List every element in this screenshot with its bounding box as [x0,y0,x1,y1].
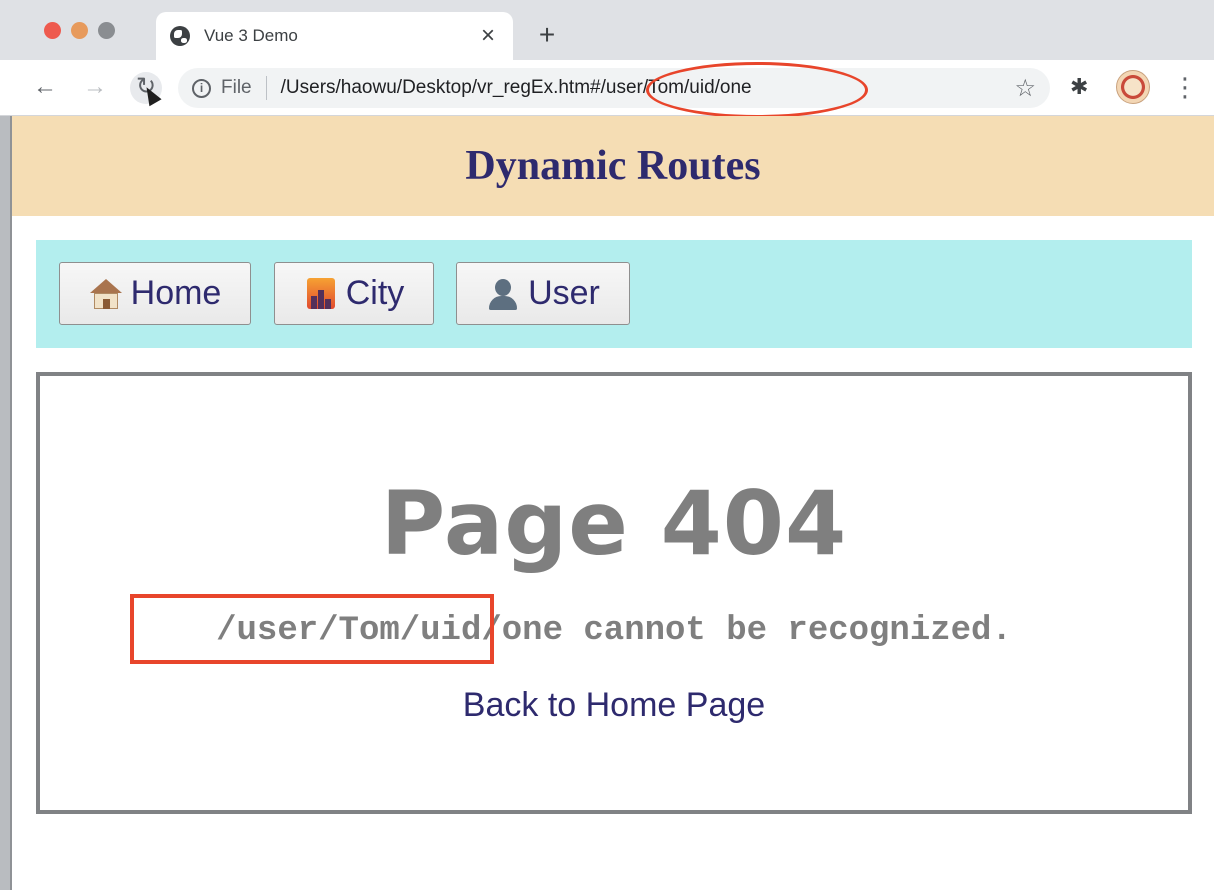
nav-home-label: Home [130,274,222,312]
kebab-menu-icon[interactable]: ⋮ [1172,72,1198,103]
window-controls [44,22,115,39]
route-nav-bar: Home City User [36,240,1192,348]
path-highlight-annotation [130,594,494,664]
url-highlight-annotation [646,62,868,118]
browser-chrome: Vue 3 Demo × + ← → ↻ i File /Users/haowu… [0,0,1214,116]
new-tab-button[interactable]: + [534,20,560,50]
window-edge [0,0,12,890]
nav-user-button[interactable]: User [456,262,630,325]
page-title: Dynamic Routes [465,143,761,189]
browser-tab[interactable]: Vue 3 Demo × [156,12,513,60]
forward-arrow-icon[interactable]: → [80,72,110,102]
error-heading: Page 404 [380,472,848,575]
nav-city-label: City [345,274,405,312]
globe-icon [170,26,190,46]
profile-avatar[interactable] [1116,70,1150,104]
user-icon [486,277,520,311]
back-arrow-icon[interactable]: ← [30,72,60,102]
bookmark-star-icon[interactable]: ☆ [1014,74,1036,103]
browser-toolbar: ← → ↻ i File /Users/haowu/Desktop/vr_reg… [0,60,1214,116]
url-path: /Users/haowu/Desktop/vr_regEx.htm [280,77,591,98]
nav-city-button[interactable]: City [274,262,434,325]
info-icon[interactable]: i [192,78,211,98]
nav-user-label: User [528,274,600,312]
extensions-puzzle-icon[interactable]: ✱ [1070,74,1088,100]
tab-close-icon[interactable]: × [477,24,499,48]
minimize-window-button[interactable] [71,22,88,39]
back-home-link[interactable]: Back to Home Page [40,686,1188,725]
address-bar[interactable]: i File /Users/haowu/Desktop/vr_regEx.htm… [178,68,1050,108]
router-view: Page 404 /user/Tom/uid/one cannot be rec… [36,372,1192,814]
maximize-window-button[interactable] [98,22,115,39]
nav-home-button[interactable]: Home [59,262,251,325]
url-scheme-label: File [221,77,252,98]
tab-title: Vue 3 Demo [204,26,298,45]
address-divider [265,76,267,100]
house-icon [89,277,123,311]
city-icon [304,277,338,311]
page-header: Dynamic Routes [12,116,1214,216]
close-window-button[interactable] [44,22,61,39]
